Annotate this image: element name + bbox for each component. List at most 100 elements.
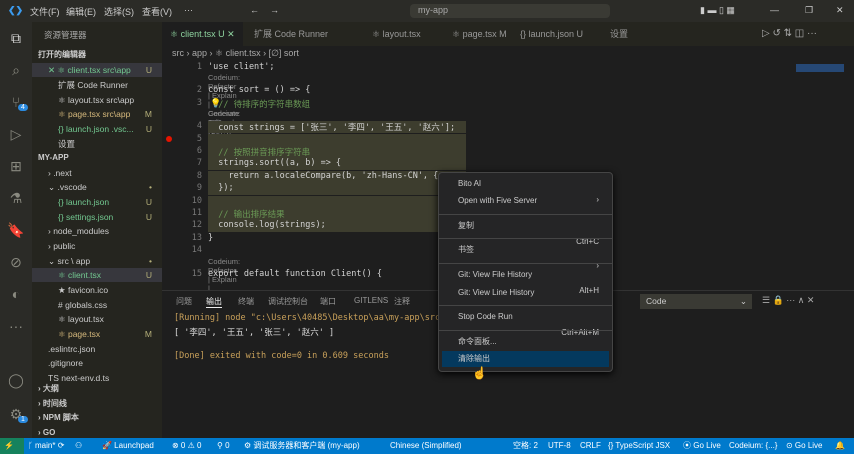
- sidebar-item[interactable]: {} settings.json U: [32, 210, 162, 224]
- gitlens-icon[interactable]: ⊘: [6, 254, 26, 274]
- status-item[interactable]: ⊙ Go Live: [786, 438, 823, 454]
- menu-item[interactable]: Bito AI ›: [442, 176, 609, 204]
- menu-view[interactable]: 查看(V): [142, 5, 172, 18]
- run-debug-icon[interactable]: ▷: [6, 126, 26, 146]
- tab-5[interactable]: 设置: [602, 22, 636, 46]
- sidebar-item[interactable]: 扩展 Code Runner: [32, 78, 162, 92]
- sidebar-item[interactable]: › .next: [32, 166, 162, 180]
- sidebar-item[interactable]: 设置: [32, 137, 162, 151]
- sidebar-item[interactable]: ★ favicon.ico: [32, 283, 162, 297]
- status-item[interactable]: {} TypeScript JSX: [608, 438, 670, 454]
- sidebar-item[interactable]: › 时间线: [32, 397, 162, 411]
- panel-tab-5[interactable]: GITLENS: [354, 296, 388, 305]
- status-item[interactable]: ᚴ main* ⟳: [28, 438, 64, 454]
- menu-file[interactable]: 文件(F): [30, 5, 60, 18]
- menu-edit[interactable]: 编辑(E): [66, 5, 96, 18]
- activity-bar: ⧉ ⌕ ⑂ 4 ▷ ⊞ ⚗ 🔖 ⊘ ◐ ··· ◯ ⚙ 1: [0, 22, 32, 438]
- lightbulb-icon[interactable]: 💡: [210, 98, 221, 109]
- tab-1[interactable]: 扩展 Code Runner: [246, 22, 336, 46]
- sidebar-item[interactable]: › node_modules: [32, 224, 162, 238]
- breadcrumb[interactable]: src › app › ⚛ client.tsx › [∅] sort: [172, 48, 299, 59]
- status-item[interactable]: ⚲ 0: [217, 438, 230, 454]
- sidebar-item[interactable]: ⌄ src \ app •: [32, 254, 162, 268]
- sidebar-item-label: ⚛ page.tsx: [58, 329, 101, 339]
- sidebar-item[interactable]: ⚛ page.tsx M: [32, 327, 162, 341]
- command-center-search[interactable]: my-app: [410, 4, 610, 18]
- settings-gear-icon[interactable]: ⚙ 1: [6, 406, 28, 426]
- tab-2[interactable]: ⚛ layout.tsx: [364, 22, 429, 46]
- sidebar-item[interactable]: ⚛ client.tsx U: [32, 268, 162, 282]
- sidebar-item[interactable]: {} launch.json U: [32, 195, 162, 209]
- sidebar-item[interactable]: ⚛ layout.tsx: [32, 312, 162, 326]
- tab-0[interactable]: ⚛ client.tsx U ✕: [162, 22, 243, 46]
- panel-tab-1[interactable]: 输出: [206, 296, 222, 308]
- status-item[interactable]: ⊗ 0 ⚠ 0: [172, 438, 201, 454]
- tab-3[interactable]: ⚛ page.tsx M: [444, 22, 515, 46]
- remote-icon[interactable]: ◐: [6, 286, 26, 306]
- extensions-icon[interactable]: ⊞: [6, 158, 26, 178]
- menu-item[interactable]: 清除输出: [442, 351, 609, 367]
- menu-item[interactable]: Git: View Line History: [442, 285, 609, 301]
- nav-forward-icon[interactable]: →: [270, 5, 279, 15]
- sidebar-item[interactable]: # globals.css: [32, 298, 162, 312]
- code-line: // 待排序的字符串数组: [208, 99, 311, 110]
- panel-actions-icons[interactable]: ☰ 🔒 ··· ∧ ✕: [762, 295, 814, 306]
- menu-item[interactable]: Open with Five Server: [442, 193, 609, 209]
- menu-item[interactable]: Git: View File History Alt+H: [442, 267, 609, 295]
- code-line: }: [208, 232, 214, 243]
- status-item[interactable]: 空格: 2: [513, 438, 538, 454]
- status-item[interactable]: ⚇: [75, 438, 82, 454]
- sidebar-item[interactable]: ⚛ page.tsx src\app M: [32, 107, 162, 121]
- panel-tab-3[interactable]: 调试控制台: [268, 296, 308, 307]
- status-item[interactable]: 🔔: [835, 438, 845, 454]
- tab-4[interactable]: {} launch.json U: [512, 22, 591, 46]
- panel-tab-2[interactable]: 终端: [238, 296, 254, 307]
- sidebar-item-badge: M: [144, 329, 152, 339]
- close-button[interactable]: ✕: [836, 5, 844, 16]
- breakpoint-icon[interactable]: [166, 136, 172, 142]
- sidebar-item[interactable]: › 大纲: [32, 382, 162, 396]
- testing-icon[interactable]: ⚗: [6, 190, 26, 210]
- explorer-icon[interactable]: ⧉: [6, 30, 26, 50]
- status-item[interactable]: UTF-8: [548, 438, 571, 454]
- layout-toggle-icons[interactable]: ▮ ▬ ▯ ▦: [700, 5, 735, 16]
- sidebar-item[interactable]: .gitignore: [32, 356, 162, 370]
- status-item[interactable]: ⚙ 调试服务器和客户端 (my-app): [244, 438, 360, 454]
- panel-tab-0[interactable]: 问题: [176, 296, 192, 307]
- minimize-button[interactable]: —: [770, 5, 779, 15]
- menu-item[interactable]: 命令面板...Ctrl+Shift+P: [442, 334, 609, 362]
- more-icon[interactable]: ···: [6, 318, 26, 338]
- sidebar-item[interactable]: › NPM 脚本: [32, 411, 162, 425]
- sidebar-item[interactable]: ⚛ layout.tsx src\app: [32, 93, 162, 107]
- menu-selection[interactable]: 选择(S): [104, 5, 134, 18]
- panel-tab-4[interactable]: 端口: [320, 296, 336, 307]
- menu-item[interactable]: Stop Code Run Ctrl+Alt+M: [442, 309, 609, 337]
- menu-item[interactable]: 复制 Ctrl+C: [442, 218, 609, 246]
- search-icon[interactable]: ⌕: [6, 62, 26, 82]
- account-icon[interactable]: ◯: [6, 372, 26, 392]
- status-item[interactable]: Codeium: {...}: [729, 438, 777, 454]
- sidebar-item[interactable]: › public: [32, 239, 162, 253]
- status-item[interactable]: ⦿ Go Live: [683, 438, 721, 454]
- nav-back-icon[interactable]: ←: [250, 5, 259, 15]
- sidebar-item[interactable]: {} launch.json .vsc... U: [32, 122, 162, 136]
- maximize-button[interactable]: ❐: [805, 5, 813, 16]
- sidebar-item[interactable]: ✕ ⚛ client.tsx src\app U: [32, 63, 162, 77]
- sidebar-item[interactable]: .eslintrc.json: [32, 342, 162, 356]
- menu-item[interactable]: 书签 ›: [442, 242, 609, 270]
- status-item[interactable]: CRLF: [580, 438, 601, 454]
- sidebar-item-label: › public: [48, 241, 76, 251]
- bookmarks-icon[interactable]: 🔖: [6, 222, 26, 242]
- panel-tab-6[interactable]: 注释: [394, 296, 410, 307]
- source-control-icon[interactable]: ⑂ 4: [6, 94, 28, 114]
- sidebar-item[interactable]: 打开的编辑器: [32, 48, 162, 62]
- status-item[interactable]: ⚡: [4, 438, 14, 454]
- editor-actions-icons[interactable]: ▷ ↺ ⇅ ◫ ···: [762, 28, 817, 39]
- status-item[interactable]: 🚀 Launchpad: [102, 438, 154, 454]
- menu-more[interactable]: ···: [184, 5, 193, 15]
- sidebar-item[interactable]: ⌄ .vscode •: [32, 180, 162, 194]
- status-item[interactable]: Chinese (Simplified): [390, 438, 462, 454]
- output-channel-select[interactable]: Code ⌄: [640, 294, 752, 309]
- sidebar-item[interactable]: MY-APP: [32, 151, 162, 165]
- minimap[interactable]: [796, 64, 844, 72]
